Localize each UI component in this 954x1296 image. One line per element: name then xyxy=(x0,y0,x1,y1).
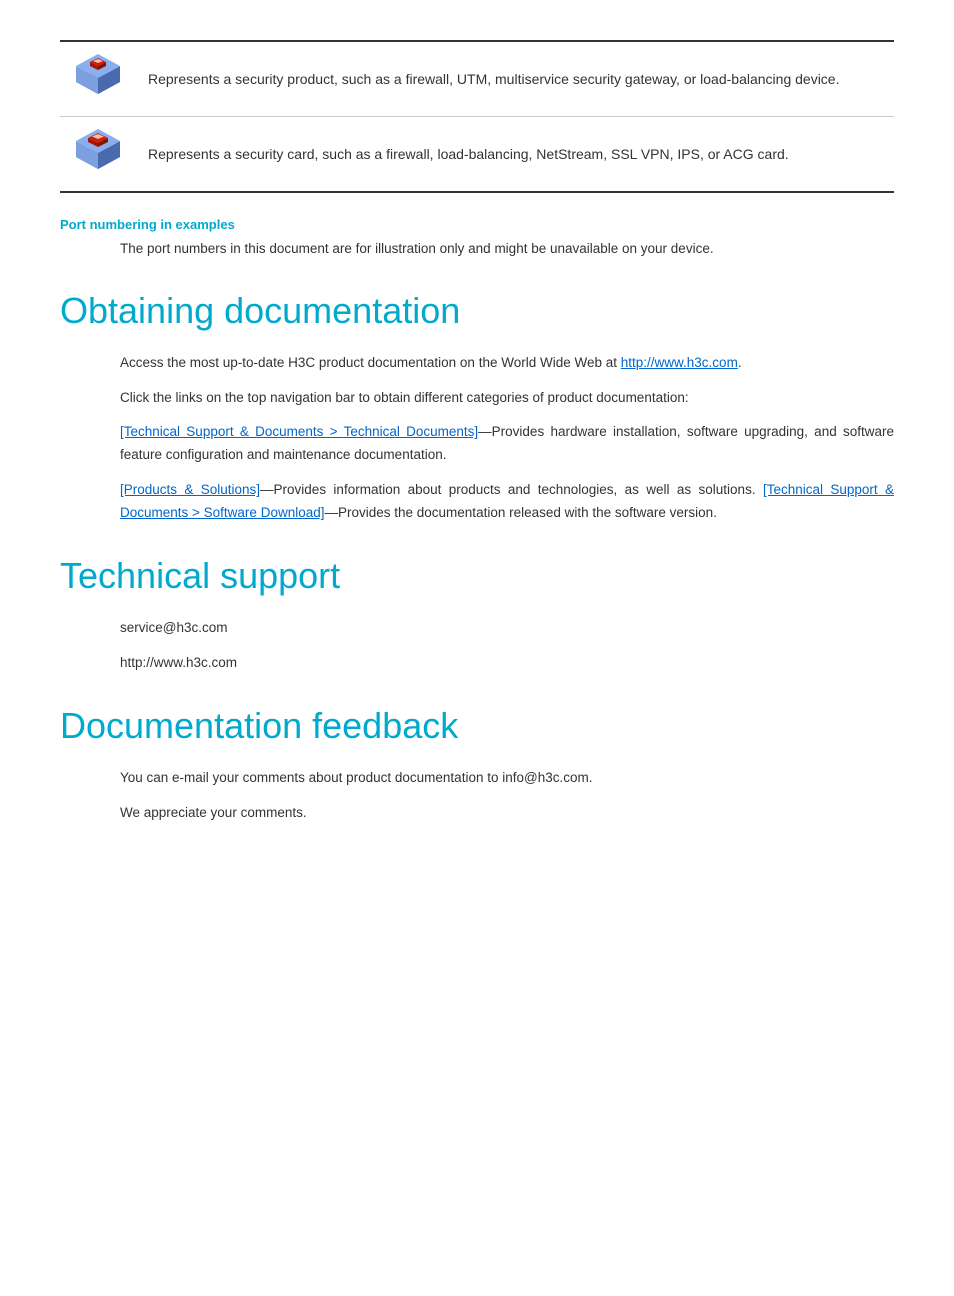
obtaining-para3: [Technical Support & Documents > Technic… xyxy=(120,421,894,467)
feedback-para2: We appreciate your comments. xyxy=(120,802,894,825)
table-row: Represents a security product, such as a… xyxy=(60,41,894,117)
product-icon-cell xyxy=(60,41,136,117)
obtaining-para1: Access the most up-to-date H3C product d… xyxy=(120,352,894,375)
documentation-feedback-section: Documentation feedback You can e-mail yo… xyxy=(60,705,894,825)
tech-support-docs-link[interactable]: [Technical Support & Documents > Technic… xyxy=(120,424,478,439)
documentation-feedback-content: You can e-mail your comments about produ… xyxy=(120,767,894,825)
port-numbering-text: The port numbers in this document are fo… xyxy=(120,238,894,260)
card-description: Represents a security card, such as a fi… xyxy=(136,117,894,193)
feedback-para1: You can e-mail your comments about produ… xyxy=(120,767,894,790)
support-website: http://www.h3c.com xyxy=(120,652,894,675)
card-icon-cell xyxy=(60,117,136,193)
obtaining-documentation-content: Access the most up-to-date H3C product d… xyxy=(120,352,894,526)
obtaining-documentation-section: Obtaining documentation Access the most … xyxy=(60,290,894,526)
obtaining-para4: [Products & Solutions]—Provides informat… xyxy=(120,479,894,525)
icon-table: Represents a security product, such as a… xyxy=(60,40,894,193)
technical-support-content: service@h3c.com http://www.h3c.com xyxy=(120,617,894,675)
port-numbering-section: Port numbering in examples The port numb… xyxy=(60,217,894,260)
security-card-icon xyxy=(72,127,124,175)
products-solutions-link[interactable]: [Products & Solutions] xyxy=(120,482,260,497)
security-product-icon xyxy=(72,52,124,100)
table-row: Represents a security card, such as a fi… xyxy=(60,117,894,193)
documentation-feedback-heading: Documentation feedback xyxy=(60,705,894,747)
product-description: Represents a security product, such as a… xyxy=(136,41,894,117)
obtaining-para2: Click the links on the top navigation ba… xyxy=(120,387,894,410)
support-email: service@h3c.com xyxy=(120,617,894,640)
port-numbering-label: Port numbering in examples xyxy=(60,217,894,232)
technical-support-section: Technical support service@h3c.com http:/… xyxy=(60,555,894,675)
technical-support-heading: Technical support xyxy=(60,555,894,597)
h3c-link[interactable]: http://www.h3c.com xyxy=(621,355,738,370)
obtaining-documentation-heading: Obtaining documentation xyxy=(60,290,894,332)
